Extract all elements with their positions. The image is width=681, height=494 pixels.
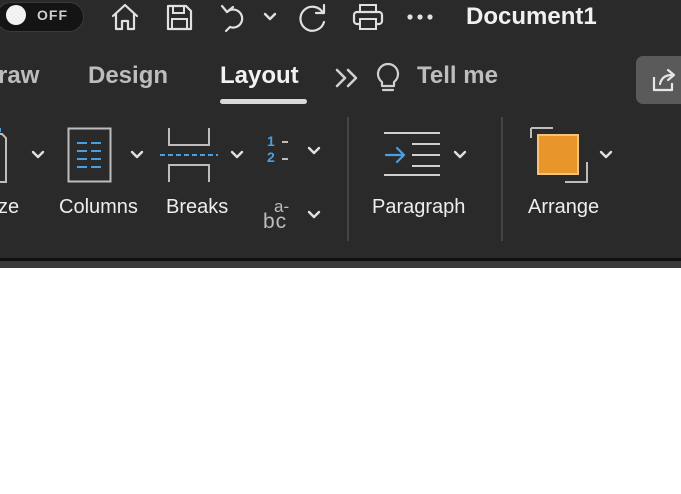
chevron-down-icon[interactable] xyxy=(256,0,284,34)
breaks-icon[interactable] xyxy=(159,127,219,188)
breaks-label: Breaks xyxy=(166,196,229,218)
autosave-state-label: OFF xyxy=(37,7,68,23)
breaks-dropdown-chevron-icon[interactable] xyxy=(230,150,244,160)
more-icon[interactable] xyxy=(402,0,438,34)
undo-icon[interactable] xyxy=(216,0,252,34)
columns-dropdown-chevron-icon[interactable] xyxy=(130,150,144,160)
line-numbers-button[interactable]: 1 2 xyxy=(266,133,296,169)
line-number-2: 2 xyxy=(267,149,275,165)
toggle-knob xyxy=(6,5,26,25)
paragraph-label: Paragraph xyxy=(372,196,466,218)
size-dropdown-chevron-icon[interactable] xyxy=(31,150,45,160)
hyphenation-glyph-bottom: bc xyxy=(263,210,288,233)
document-title: Document1 xyxy=(466,3,597,30)
print-icon[interactable] xyxy=(350,0,386,34)
tell-me-search[interactable]: Tell me xyxy=(417,62,498,90)
save-icon[interactable] xyxy=(161,0,197,34)
ribbon-divider xyxy=(501,117,503,241)
paragraph-dropdown-chevron-icon[interactable] xyxy=(453,150,467,160)
columns-icon[interactable] xyxy=(67,127,113,188)
share-icon xyxy=(652,68,676,92)
hyphenation-dropdown-chevron-icon[interactable] xyxy=(307,210,321,220)
arrange-icon[interactable] xyxy=(529,126,589,189)
active-tab-indicator xyxy=(220,99,307,104)
redo-icon[interactable] xyxy=(295,0,331,34)
tab-layout[interactable]: Layout xyxy=(220,62,299,90)
paragraph-icon[interactable] xyxy=(382,131,442,182)
ribbon-divider xyxy=(347,117,349,241)
hyphenation-button[interactable]: a- bc xyxy=(263,197,299,237)
arrange-dropdown-chevron-icon[interactable] xyxy=(599,150,613,160)
columns-label: Columns xyxy=(59,196,138,218)
ribbon-shadow xyxy=(0,261,681,268)
tab-draw[interactable]: raw xyxy=(0,62,39,90)
lightbulb-icon[interactable] xyxy=(374,61,402,100)
document-canvas[interactable] xyxy=(0,268,681,494)
share-button[interactable] xyxy=(636,56,681,104)
arrange-label: Arrange xyxy=(528,196,600,218)
line-numbers-dropdown-chevron-icon[interactable] xyxy=(307,146,321,156)
home-icon[interactable] xyxy=(107,0,143,34)
line-number-1: 1 xyxy=(267,133,275,149)
size-label: ze xyxy=(0,196,20,218)
more-tabs-chevron-icon[interactable] xyxy=(334,66,362,95)
tab-design[interactable]: Design xyxy=(88,62,168,90)
size-icon[interactable] xyxy=(0,126,10,189)
